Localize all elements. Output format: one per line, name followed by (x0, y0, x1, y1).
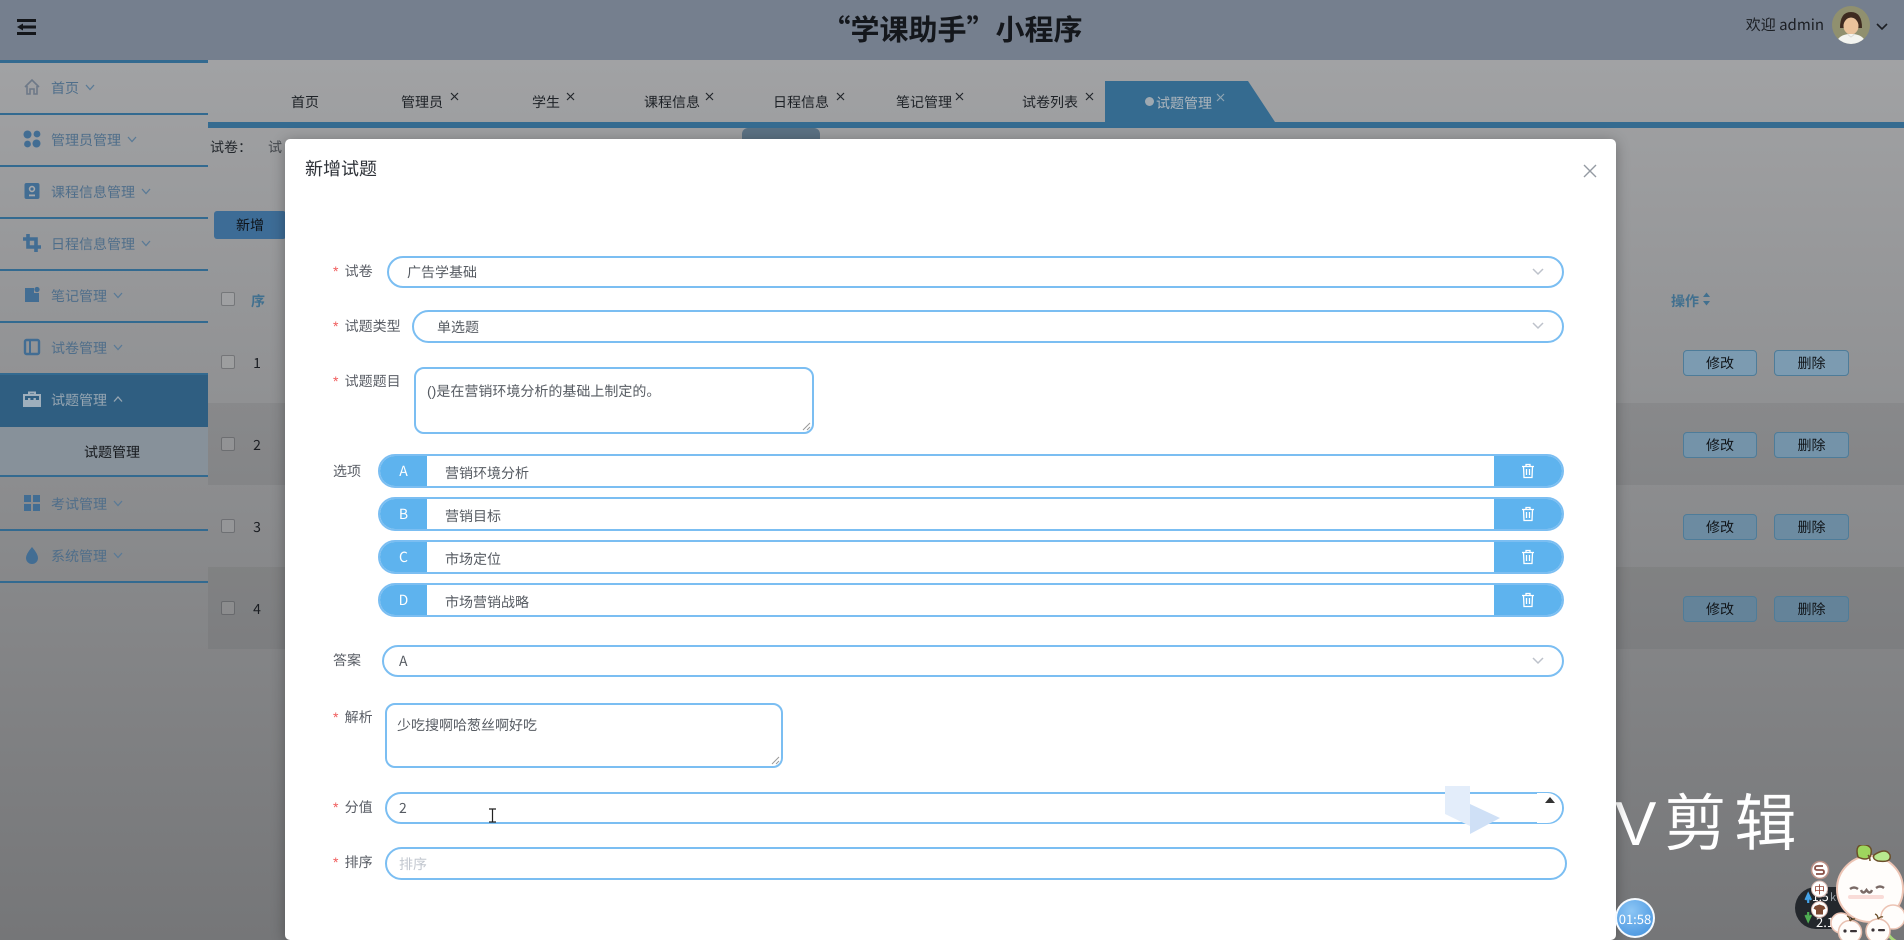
svg-text:k: k (1830, 889, 1836, 905)
svg-text:中: 中 (1814, 882, 1825, 898)
